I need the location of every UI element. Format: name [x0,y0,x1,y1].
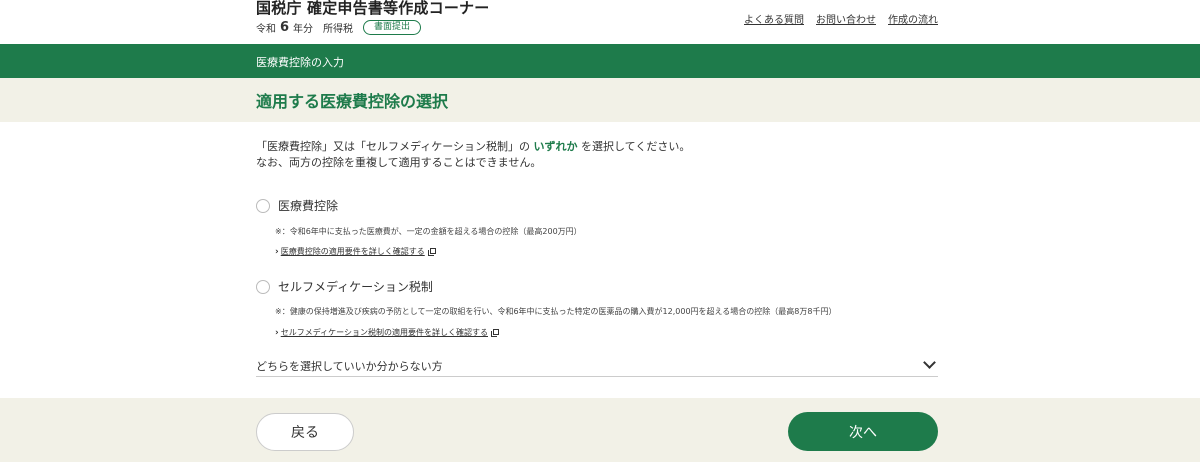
option-note: ※：令和6年中に支払った医療費が、一定の金額を超える場合の控除（最高200万円） [275,227,582,236]
year-info: 令和 6 年分 所得税 書面提出 [256,20,422,35]
option-self-medication[interactable]: セルフメディケーション税制 [256,278,433,295]
option-medical-deduction[interactable]: 医療費控除 [256,197,338,214]
page-title: 適用する医療費控除の選択 [256,92,449,111]
option-note: ※：健康の保持増進及び疾病の予防として一定の取組を行い、令和6年中に支払った特定… [275,307,837,316]
title-band: 適用する医療費控除の選択 [0,78,1200,122]
step-label: 医療費控除の入力 [256,56,344,69]
link-text[interactable]: セルフメディケーション税制の適用要件を詳しく確認する [281,327,488,338]
creation-flow-link[interactable]: 作成の流れ [888,11,938,26]
help-accordion[interactable]: どちらを選択していいか分からない方 [256,355,938,377]
accordion-label[interactable]: どちらを選択していいか分からない方 [256,358,443,374]
intro-emphasis: いずれか [533,140,578,153]
chevron-down-icon[interactable] [923,356,936,369]
self-medication-radio[interactable] [256,279,270,294]
next-button[interactable]: 次へ [788,412,938,451]
faq-link[interactable]: よくある質問 [744,11,804,26]
medical-deduction-details-link[interactable]: › 医療費控除の適用要件を詳しく確認する [275,246,436,257]
external-window-icon [491,328,499,337]
year-number: 6 [280,20,290,35]
site-title: 国税庁 確定申告書等作成コーナー [256,0,490,17]
site-header: 国税庁 確定申告書等作成コーナー 令和 6 年分 所得税 書面提出 よくある質問… [0,0,1200,44]
header-links: よくある質問 お問い合わせ 作成の流れ [744,11,938,26]
medical-deduction-radio[interactable] [256,198,270,213]
intro-line-1: 「医療費控除」又は「セルフメディケーション税制」の いずれか を選択してください… [256,139,690,155]
self-medication-details-link[interactable]: › セルフメディケーション税制の適用要件を詳しく確認する [275,327,499,338]
intro-text-part: 「医療費控除」又は「セルフメディケーション税制」の [256,140,531,153]
tax-type: 所得税 [323,24,354,35]
external-window-icon [427,247,436,256]
contact-link[interactable]: お問い合わせ [816,11,876,26]
link-text[interactable]: 医療費控除の適用要件を詳しく確認する [281,246,425,257]
footer-band [0,398,1200,462]
step-bar: 医療費控除の入力 [0,44,1200,78]
option-label[interactable]: セルフメディケーション税制 [278,278,433,295]
intro-text: 「医療費控除」又は「セルフメディケーション税制」の いずれか を選択してください… [256,139,690,171]
chevron-right-icon: › [275,246,279,257]
year-suffix: 年分 [293,24,314,35]
back-button[interactable]: 戻る [256,413,354,451]
option-label[interactable]: 医療費控除 [278,197,338,214]
era-label: 令和 [256,24,276,35]
chevron-right-icon: › [275,327,279,338]
intro-text-part: を選択してください。 [581,140,691,153]
submission-mode-badge: 書面提出 [363,20,422,35]
intro-line-2: なお、両方の控除を重複して適用することはできません。 [256,156,542,169]
